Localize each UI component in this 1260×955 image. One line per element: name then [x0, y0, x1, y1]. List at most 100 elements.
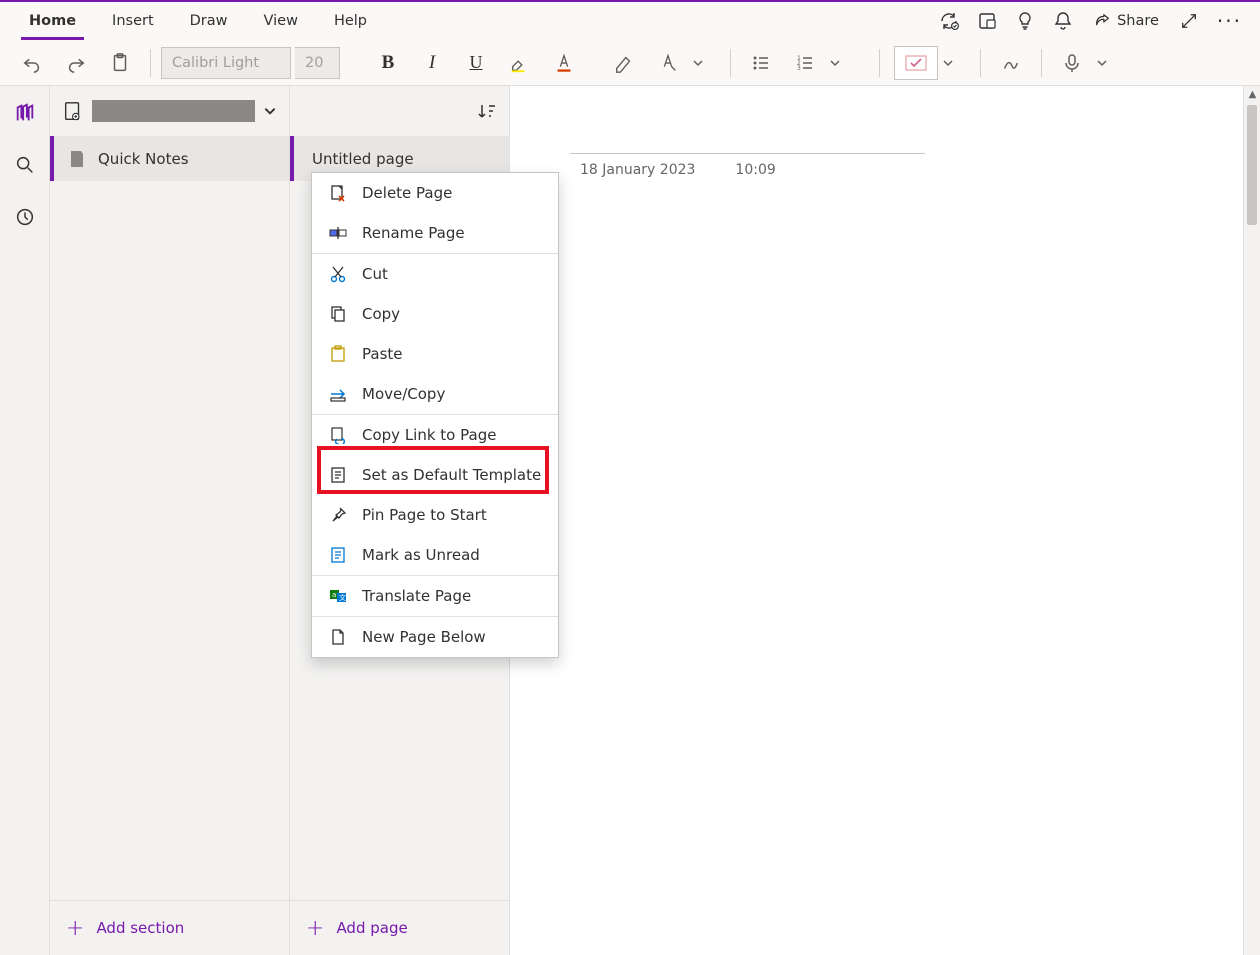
ink-button[interactable] [991, 43, 1031, 83]
menu-paste[interactable]: Paste [312, 334, 558, 374]
plus-icon: + [306, 916, 324, 941]
fullscreen-icon[interactable] [1171, 4, 1207, 38]
delete-page-icon [328, 183, 348, 203]
highlight-button[interactable] [500, 43, 540, 83]
pin-icon [328, 505, 348, 525]
format-painter-button[interactable] [648, 43, 688, 83]
link-icon [328, 425, 348, 445]
notifications-icon[interactable] [1045, 4, 1081, 38]
menu-cut[interactable]: Cut [312, 254, 558, 294]
section-label: Quick Notes [98, 150, 189, 168]
page-context-menu: Delete Page Rename Page Cut Copy Paste M… [311, 172, 559, 658]
pages-header [290, 86, 509, 136]
menu-new-page-below[interactable]: New Page Below [312, 617, 558, 657]
notebook-name-redacted [92, 100, 255, 122]
cut-icon [328, 264, 348, 284]
page-canvas[interactable]: 18 January 2023 10:09 [510, 86, 1260, 955]
sort-pages-button[interactable] [477, 101, 497, 121]
notebooks-icon[interactable] [12, 100, 38, 126]
template-icon [328, 465, 348, 485]
clipboard-button[interactable] [100, 43, 140, 83]
underline-button[interactable]: U [456, 43, 496, 83]
section-item-quick-notes[interactable]: Quick Notes [50, 136, 289, 181]
ribbon-tab-draw[interactable]: Draw [172, 2, 246, 40]
share-button[interactable]: Share [1083, 4, 1169, 38]
separator [980, 49, 981, 77]
sync-icon[interactable] [931, 4, 967, 38]
feed-icon[interactable] [969, 4, 1005, 38]
notebook-icon [62, 100, 84, 122]
bullets-button[interactable] [741, 43, 781, 83]
paragraph-group-more[interactable] [829, 57, 869, 69]
font-color-button[interactable] [544, 43, 584, 83]
vertical-scrollbar[interactable]: ▲ [1243, 86, 1260, 955]
copy-icon [328, 304, 348, 324]
add-page-button[interactable]: + Add page [290, 900, 509, 955]
undo-button[interactable] [12, 43, 52, 83]
section-icon [68, 149, 86, 169]
add-section-button[interactable]: + Add section [50, 900, 289, 955]
notebook-picker[interactable] [50, 86, 289, 136]
scroll-thumb[interactable] [1247, 105, 1257, 225]
main-area: Quick Notes + Add section Untitled page … [0, 86, 1260, 955]
chevron-down-icon [263, 104, 277, 118]
plus-icon: + [66, 916, 84, 941]
navigation-rail [0, 86, 50, 955]
menu-translate[interactable]: a文 Translate Page [312, 576, 558, 616]
add-page-label: Add page [336, 919, 407, 937]
bold-button[interactable]: B [368, 43, 408, 83]
unread-icon [328, 545, 348, 565]
ribbon-tab-help[interactable]: Help [316, 2, 385, 40]
menu-label: Delete Page [362, 184, 452, 202]
menu-label: Move/Copy [362, 385, 445, 403]
font-group-more[interactable] [692, 57, 720, 69]
ribbon-tab-insert[interactable]: Insert [94, 2, 172, 40]
scroll-up-arrow[interactable]: ▲ [1244, 86, 1260, 103]
tags-more[interactable] [942, 57, 970, 69]
menu-copy[interactable]: Copy [312, 294, 558, 334]
ribbon-tab-view[interactable]: View [246, 2, 316, 40]
menu-label: Set as Default Template [362, 466, 541, 484]
svg-text:3: 3 [797, 65, 801, 72]
menu-label: Copy [362, 305, 400, 323]
voice-group-more[interactable] [1096, 57, 1136, 69]
menu-label: Cut [362, 265, 388, 283]
sections-pane: Quick Notes + Add section [50, 86, 290, 955]
ribbon-tab-home[interactable]: Home [11, 2, 94, 40]
italic-button[interactable]: I [412, 43, 452, 83]
page-datetime: 18 January 2023 10:09 [580, 162, 925, 178]
clear-formatting-button[interactable] [604, 43, 644, 83]
menu-mark-unread[interactable]: Mark as Unread [312, 535, 558, 575]
menu-copy-link[interactable]: Copy Link to Page [312, 415, 558, 455]
recent-icon[interactable] [12, 204, 38, 230]
share-label: Share [1117, 13, 1159, 29]
search-icon[interactable] [12, 152, 38, 178]
new-page-icon [328, 627, 348, 647]
redo-button[interactable] [56, 43, 96, 83]
menu-label: Translate Page [362, 587, 471, 605]
svg-text:a: a [332, 591, 336, 599]
page-date: 18 January 2023 [580, 162, 695, 178]
dictate-button[interactable] [1052, 43, 1092, 83]
move-icon [328, 384, 348, 404]
todo-tag-button[interactable] [894, 46, 938, 80]
menu-delete-page[interactable]: Delete Page [312, 173, 558, 213]
page-title-input[interactable] [570, 116, 925, 154]
menu-set-default-template[interactable]: Set as Default Template [312, 455, 558, 495]
lightbulb-icon[interactable] [1007, 4, 1043, 38]
share-icon [1093, 12, 1111, 30]
menu-move-copy[interactable]: Move/Copy [312, 374, 558, 414]
separator [730, 49, 731, 77]
more-icon[interactable]: ··· [1209, 9, 1250, 33]
numbering-button[interactable]: 123 [785, 43, 825, 83]
page-title-label: Untitled page [312, 150, 414, 168]
menu-label: Rename Page [362, 224, 465, 242]
menu-pin-to-start[interactable]: Pin Page to Start [312, 495, 558, 535]
menu-label: Copy Link to Page [362, 426, 496, 444]
menu-label: Paste [362, 345, 403, 363]
font-size-dropdown[interactable]: 20 [295, 47, 340, 79]
separator [1041, 49, 1042, 77]
translate-icon: a文 [328, 586, 348, 606]
font-name-dropdown[interactable]: Calibri Light [161, 47, 291, 79]
menu-rename-page[interactable]: Rename Page [312, 213, 558, 253]
